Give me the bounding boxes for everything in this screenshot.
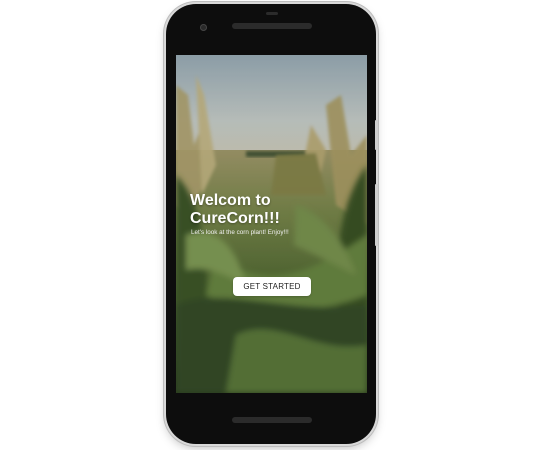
get-started-button[interactable]: GET STARTED <box>233 277 311 296</box>
front-sensor <box>266 12 278 15</box>
welcome-screen: Welcom to CureCorn!!! Let's look at the … <box>176 55 367 393</box>
welcome-title: Welcom to CureCorn!!! <box>190 192 280 227</box>
welcome-subtitle: Let's look at the corn plant! Enjoy!!! <box>191 229 289 236</box>
front-camera-icon <box>200 24 207 31</box>
bottom-speaker <box>232 417 312 423</box>
volume-button <box>375 120 378 150</box>
power-button <box>375 184 378 246</box>
top-speaker <box>232 23 312 29</box>
